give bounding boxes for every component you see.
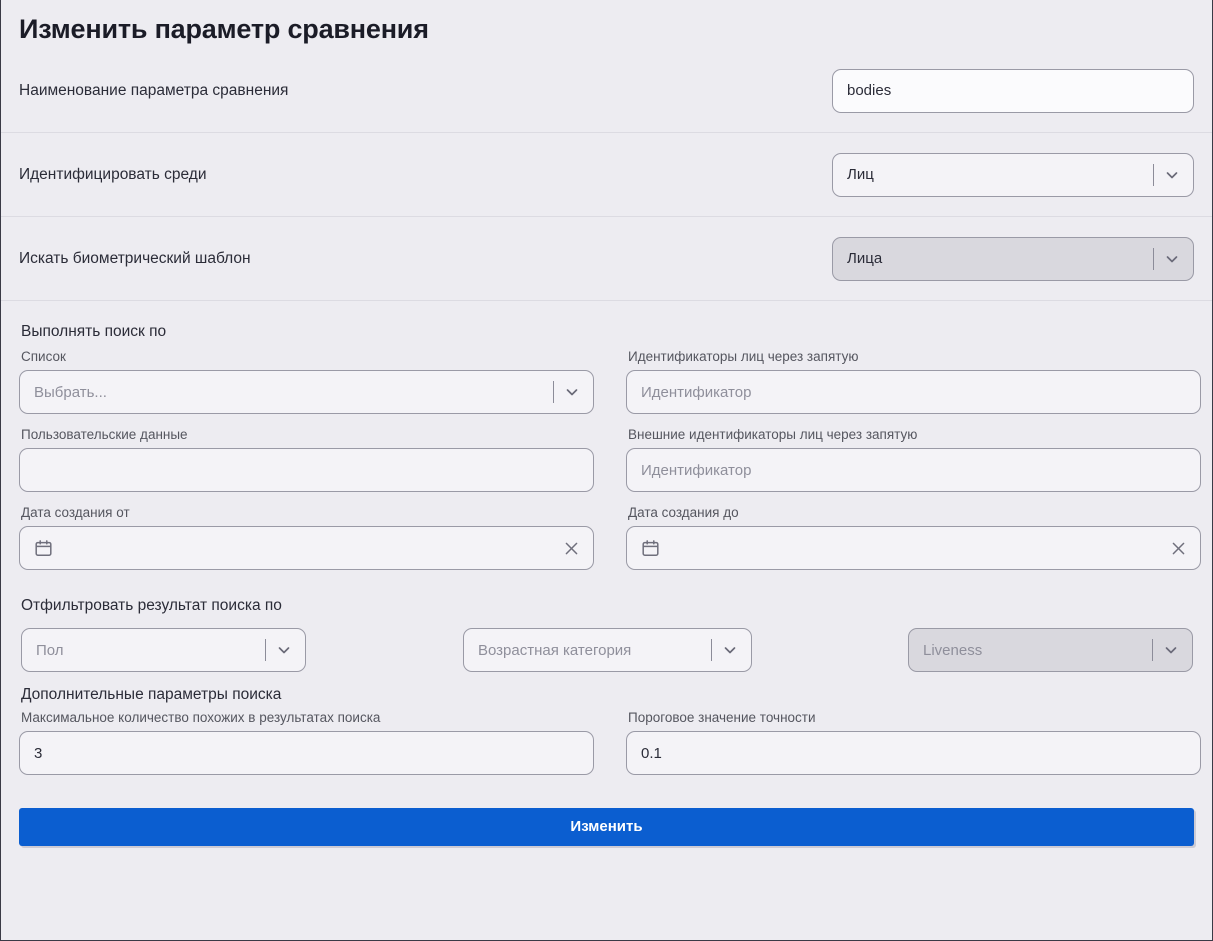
row-label-identify-among: Идентифицировать среди	[19, 165, 207, 183]
calendar-icon[interactable]	[641, 539, 660, 558]
label-user-data: Пользовательские данные	[21, 427, 188, 442]
extra-parameters-section: Дополнительные параметры поиска Максимал…	[1, 672, 1212, 788]
label-date-to: Дата создания до	[628, 505, 739, 520]
field-group-max-similar: Максимальное количество похожих в резуль…	[19, 710, 594, 788]
label-max-similar: Максимальное количество похожих в резуль…	[21, 710, 381, 725]
search-by-grid: Список Выбрать... Идентификаторы лиц чер…	[19, 349, 1201, 583]
search-by-section: Выполнять поиск по Список Выбрать... Иде…	[1, 301, 1212, 583]
field-group-date-to: Дата создания до	[626, 505, 1201, 583]
row-identify-among: Идентифицировать среди Лиц	[1, 133, 1212, 217]
biometric-template-control: Лица	[832, 236, 1194, 281]
label-face-ids: Идентификаторы лиц через запятую	[628, 349, 859, 364]
field-group-threshold: Пороговое значение точности 0.1	[626, 710, 1201, 788]
parameter-name-control: bodies	[832, 68, 1194, 113]
filter-dropdown-row: Пол Возрастная категория Liveness	[19, 621, 1194, 672]
chevron-down-icon[interactable]	[1164, 643, 1178, 657]
liveness-select-value: Liveness	[923, 641, 983, 659]
age-category-select[interactable]: Возрастная категория	[463, 628, 752, 672]
field-group-face-ids: Идентификаторы лиц через запятую Идентиф…	[626, 349, 1201, 427]
external-ids-placeholder: Идентификатор	[641, 461, 752, 479]
max-similar-value: 3	[34, 744, 43, 762]
select-divider	[1153, 247, 1154, 270]
clear-icon[interactable]	[1171, 541, 1186, 556]
face-ids-placeholder: Идентификатор	[641, 383, 752, 401]
field-group-date-from: Дата создания от	[19, 505, 594, 583]
face-ids-input[interactable]: Идентификатор	[626, 370, 1201, 414]
filter-section: Отфильтровать результат поиска по Пол Во…	[1, 583, 1212, 672]
select-divider	[1152, 639, 1153, 661]
gender-select-value: Пол	[36, 641, 64, 659]
filter-section-title: Отфильтровать результат поиска по	[21, 597, 282, 614]
row-label-biometric-template: Искать биометрический шаблон	[19, 249, 251, 267]
search-by-title: Выполнять поиск по	[21, 323, 167, 340]
biometric-template-value: Лица	[847, 250, 883, 267]
external-ids-input[interactable]: Идентификатор	[626, 448, 1201, 492]
label-date-from: Дата создания от	[21, 505, 130, 520]
threshold-input[interactable]: 0.1	[626, 731, 1201, 775]
label-threshold: Пороговое значение точности	[628, 710, 816, 725]
select-divider	[265, 639, 266, 661]
chevron-down-icon[interactable]	[1165, 168, 1179, 182]
identify-among-control: Лиц	[832, 152, 1194, 197]
user-data-input[interactable]	[19, 448, 594, 492]
chevron-down-icon[interactable]	[723, 643, 737, 657]
row-label-parameter-name: Наименование параметра сравнения	[19, 81, 289, 99]
identify-among-value: Лиц	[847, 166, 874, 183]
field-group-external-ids: Внешние идентификаторы лиц через запятую…	[626, 427, 1201, 505]
date-to-input[interactable]	[626, 526, 1201, 570]
submit-button[interactable]: Изменить	[19, 808, 1194, 846]
identify-among-select[interactable]: Лиц	[832, 152, 1194, 197]
chevron-down-icon[interactable]	[1165, 252, 1179, 266]
parameter-name-input[interactable]: bodies	[832, 68, 1194, 113]
date-from-input[interactable]	[19, 526, 594, 570]
threshold-value: 0.1	[641, 744, 662, 762]
select-divider	[1153, 163, 1154, 186]
select-divider	[553, 381, 554, 403]
chevron-down-icon[interactable]	[565, 385, 579, 399]
gender-select[interactable]: Пол	[21, 628, 306, 672]
field-group-user-data: Пользовательские данные	[19, 427, 594, 505]
label-list: Список	[21, 349, 66, 364]
extra-parameters-grid: Максимальное количество похожих в резуль…	[19, 710, 1201, 788]
calendar-icon[interactable]	[34, 539, 53, 558]
label-external-ids: Внешние идентификаторы лиц через запятую	[628, 427, 918, 442]
submit-button-wrapper: Изменить	[1, 788, 1212, 846]
row-parameter-name: Наименование параметра сравнения bodies	[1, 49, 1212, 133]
chevron-down-icon[interactable]	[277, 643, 291, 657]
extra-parameters-title: Дополнительные параметры поиска	[21, 686, 282, 703]
max-similar-input[interactable]: 3	[19, 731, 594, 775]
biometric-template-select[interactable]: Лица	[832, 236, 1194, 281]
liveness-select[interactable]: Liveness	[908, 628, 1193, 672]
row-biometric-template: Искать биометрический шаблон Лица	[1, 217, 1212, 301]
age-category-select-value: Возрастная категория	[478, 641, 632, 659]
list-select[interactable]: Выбрать...	[19, 370, 594, 414]
edit-comparison-parameter-page: Изменить параметр сравнения Наименование…	[0, 0, 1213, 941]
clear-icon[interactable]	[564, 541, 579, 556]
parameter-name-value: bodies	[847, 82, 892, 99]
list-select-value: Выбрать...	[34, 383, 107, 401]
field-group-list: Список Выбрать...	[19, 349, 594, 427]
page-title: Изменить параметр сравнения	[19, 14, 429, 44]
select-divider	[711, 639, 712, 661]
